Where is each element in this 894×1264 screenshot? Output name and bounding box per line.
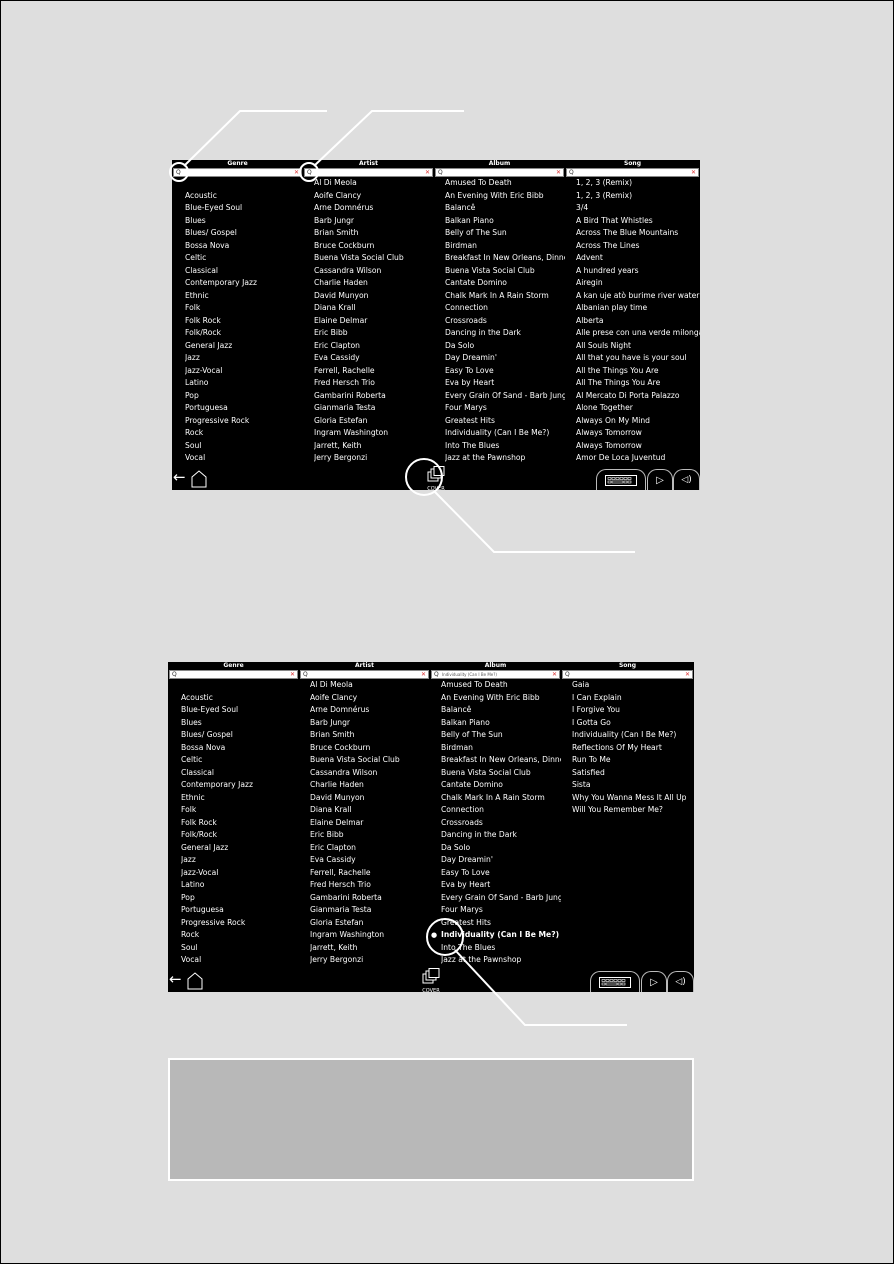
callout-line-selected: [454, 949, 627, 1026]
callout-line-artist: [313, 110, 464, 167]
callout-line-cover: [434, 491, 635, 553]
callout-line-genre: [183, 110, 327, 167]
callout-lines: [183, 110, 635, 1026]
